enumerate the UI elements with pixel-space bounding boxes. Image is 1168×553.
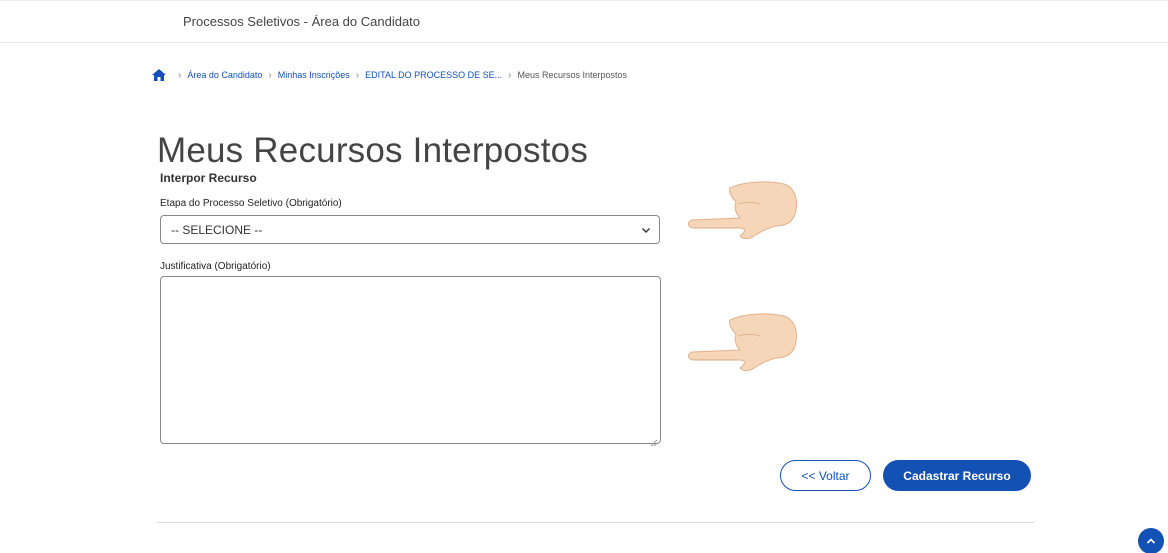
breadcrumb-minhas-inscricoes[interactable]: Minhas Inscrições (278, 70, 350, 80)
section-title: Interpor Recurso (160, 171, 257, 185)
chevron-right-icon: › (178, 69, 182, 81)
chevron-right-icon: › (355, 69, 360, 81)
justificativa-textarea[interactable] (160, 276, 661, 444)
back-to-top-button[interactable] (1138, 528, 1164, 553)
etapa-label: Etapa do Processo Seletivo (Obrigatório) (160, 198, 342, 209)
etapa-select[interactable]: -- SELECIONE -- (160, 215, 660, 244)
breadcrumb-area-candidato[interactable]: Área do Candidato (187, 70, 262, 80)
home-icon[interactable] (152, 69, 166, 81)
breadcrumb-current: Meus Recursos Interpostos (517, 70, 628, 80)
site-title: Processos Seletivos - Área do Candidato (183, 14, 421, 29)
chevron-right-icon: › (268, 69, 272, 81)
page: Processos Seletivos - Área do Candidato … (0, 0, 1168, 553)
cadastrar-recurso-button[interactable]: Cadastrar Recurso (883, 460, 1031, 491)
chevron-up-icon (1146, 532, 1156, 550)
etapa-select-value: -- SELECIONE -- (171, 222, 263, 237)
pointing-hand-icon (680, 178, 800, 258)
justificativa-label: Justificativa (Obrigatório) (160, 261, 271, 272)
footer-divider (157, 522, 1034, 523)
page-title: Meus Recursos Interpostos (157, 131, 589, 171)
chevron-down-icon (641, 225, 651, 235)
chevron-right-icon: › (508, 69, 512, 81)
breadcrumb: › Área do Candidato › Minhas Inscrições … (152, 68, 627, 82)
breadcrumb-edital[interactable]: EDITAL DO PROCESSO DE SE... (365, 70, 502, 80)
voltar-button[interactable]: << Voltar (780, 460, 871, 491)
pointing-hand-icon (680, 310, 800, 390)
resize-handle-icon[interactable] (650, 434, 658, 447)
top-header: Processos Seletivos - Área do Candidato (0, 0, 1168, 43)
